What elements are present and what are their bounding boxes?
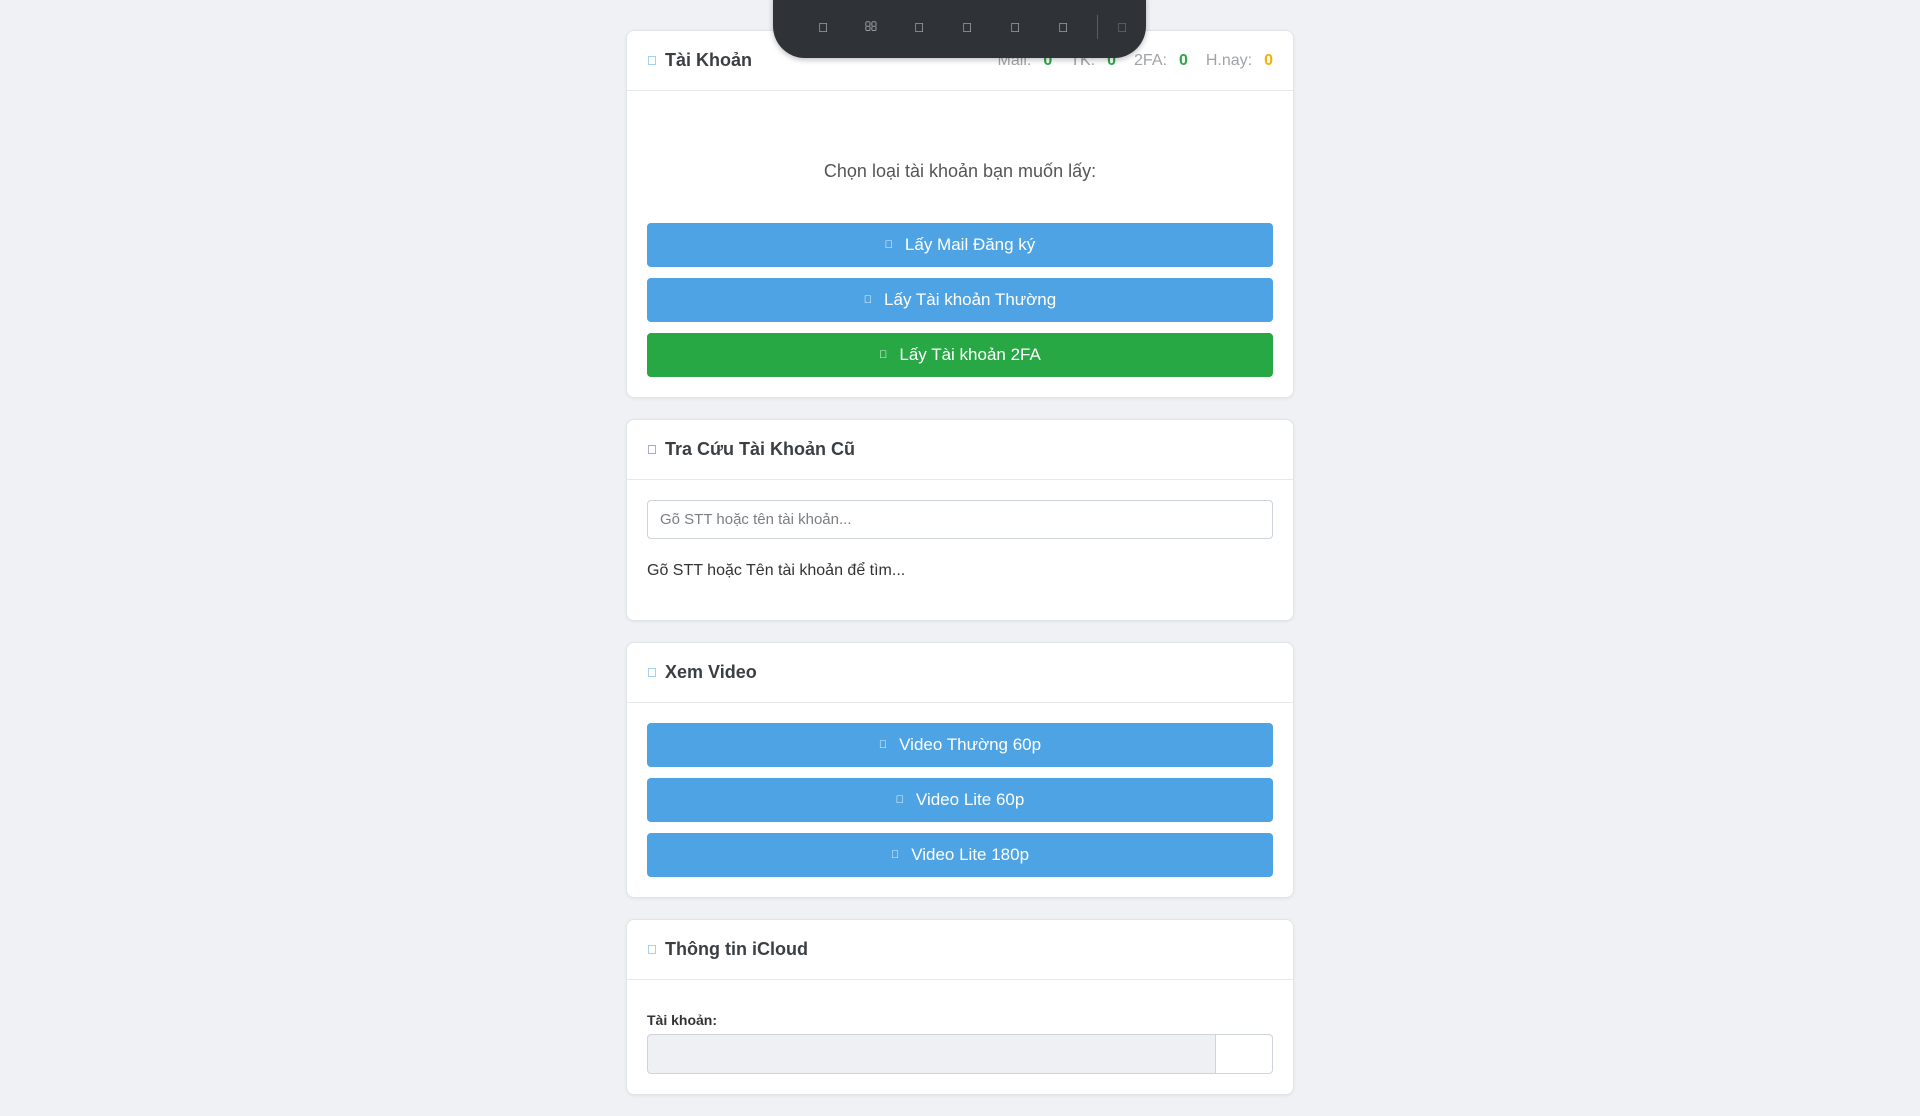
cloud-icon:  xyxy=(647,942,657,957)
user-icon[interactable]:  xyxy=(799,20,847,35)
video-card-header:  Xem Video xyxy=(627,643,1293,703)
account-card-body: Chọn loại tài khoản bạn muốn lấy:  Lấy … xyxy=(627,91,1293,397)
get-normal-account-button[interactable]:  Lấy Tài khoản Thường xyxy=(647,278,1273,322)
play-icon:  xyxy=(896,794,904,806)
stat-2fa-value: 0 xyxy=(1178,51,1188,69)
icloud-account-row xyxy=(647,1034,1273,1074)
video-card-title: Xem Video xyxy=(665,662,757,682)
user-icon:  xyxy=(647,53,657,68)
copy-account-button[interactable] xyxy=(1216,1034,1273,1074)
search-icon[interactable]:  xyxy=(847,19,895,35)
lookup-card:  Tra Cứu Tài Khoản Cũ Gõ STT hoặc Tên t… xyxy=(626,419,1294,621)
play-icon:  xyxy=(891,849,899,861)
video-lite-60-button[interactable]:  Video Lite 60p xyxy=(647,778,1273,822)
video-icon[interactable]:  xyxy=(895,20,943,35)
main-column:  Tài Khoản Mail: 0 TK: 0 2FA: 0 H.nay: … xyxy=(626,30,1294,1116)
get-registration-mail-button[interactable]:  Lấy Mail Đăng ký xyxy=(647,223,1273,267)
icloud-card:  Thông tin iCloud Tài khoản: xyxy=(626,919,1294,1095)
video-lite-60-label: Video Lite 60p xyxy=(911,790,1024,809)
user-icon:  xyxy=(864,294,872,306)
icloud-card-header:  Thông tin iCloud xyxy=(627,920,1293,980)
toolbar-divider xyxy=(1097,15,1098,39)
stat-today: H.nay: 0 xyxy=(1206,52,1273,70)
stat-today-value: 0 xyxy=(1264,51,1273,69)
get-2fa-account-label: Lấy Tài khoản 2FA xyxy=(895,345,1040,364)
video-normal-60-button[interactable]:  Video Thường 60p xyxy=(647,723,1273,767)
icloud-card-body: Tài khoản: xyxy=(627,980,1293,1094)
stat-2fa: 2FA: 0 xyxy=(1134,52,1188,70)
account-type-prompt: Chọn loại tài khoản bạn muốn lấy: xyxy=(823,161,1097,181)
get-normal-account-label: Lấy Tài khoản Thường xyxy=(879,290,1056,309)
settings-icon[interactable]:  xyxy=(991,20,1039,35)
stat-2fa-label: 2FA: xyxy=(1134,51,1167,69)
history-icon:  xyxy=(647,442,657,457)
get-registration-mail-label: Lấy Mail Đăng ký xyxy=(900,235,1035,254)
lookup-card-body: Gõ STT hoặc Tên tài khoản để tìm... xyxy=(627,480,1293,620)
get-2fa-account-button[interactable]:  Lấy Tài khoản 2FA xyxy=(647,333,1273,377)
stat-today-label: H.nay: xyxy=(1205,51,1253,69)
shield-icon:  xyxy=(879,349,887,361)
video-lite-180-label: Video Lite 180p xyxy=(907,845,1029,864)
icloud-account-field[interactable] xyxy=(647,1034,1216,1074)
account-search-input[interactable] xyxy=(647,500,1273,539)
video-card:  Xem Video  Video Thường 60p  Video L… xyxy=(626,642,1294,898)
video-card-body:  Video Thường 60p  Video Lite 60p  Vi… xyxy=(627,703,1293,897)
play-icon:  xyxy=(879,739,887,751)
power-icon[interactable]:  xyxy=(1112,20,1132,35)
gear-icon[interactable]:  xyxy=(1039,20,1087,35)
video-icon:  xyxy=(647,665,657,680)
lookup-card-title: Tra Cứu Tài Khoản Cũ xyxy=(665,439,856,459)
icloud-card-title: Thông tin iCloud xyxy=(665,939,808,959)
search-hint: Gõ STT hoặc Tên tài khoản để tìm... xyxy=(647,562,906,579)
top-toolbar:        xyxy=(773,0,1146,58)
envelope-icon:  xyxy=(885,239,893,251)
lookup-card-header:  Tra Cứu Tài Khoản Cũ xyxy=(627,420,1293,480)
icloud-account-label: Tài khoản: xyxy=(647,1012,718,1028)
video-lite-180-button[interactable]:  Video Lite 180p xyxy=(647,833,1273,877)
account-card-title: Tài Khoản xyxy=(665,50,753,70)
account-card:  Tài Khoản Mail: 0 TK: 0 2FA: 0 H.nay: … xyxy=(626,30,1294,398)
video-normal-60-label: Video Thường 60p xyxy=(895,735,1041,754)
cloud-icon[interactable]:  xyxy=(943,20,991,35)
